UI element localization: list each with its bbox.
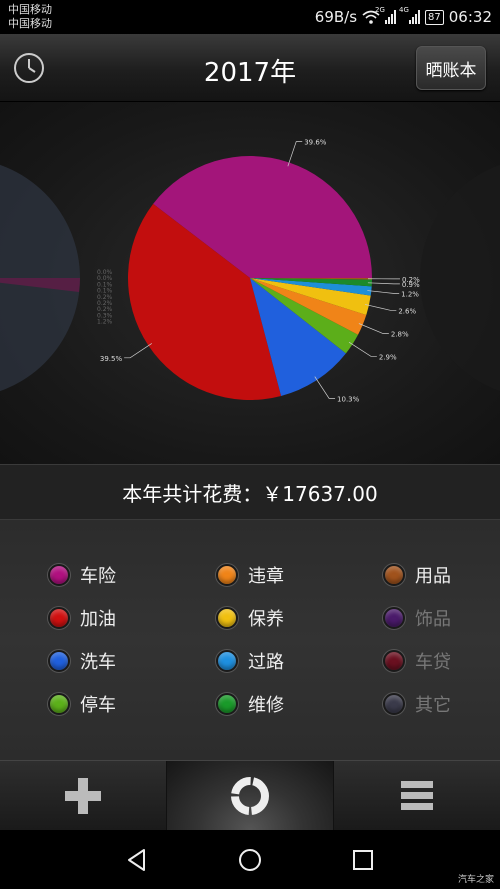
network-speed: 69B/s bbox=[314, 8, 358, 26]
legend-item[interactable]: 保养 bbox=[216, 603, 284, 633]
legend-item[interactable]: 维修 bbox=[216, 689, 284, 719]
legend-item[interactable]: 车险 bbox=[48, 560, 116, 590]
slice-leader-line bbox=[348, 341, 377, 357]
list-icon bbox=[401, 780, 433, 810]
status-bar: 中国移动 中国移动 69B/s 2G 4G 87 06:32 bbox=[0, 0, 500, 34]
legend-swatch bbox=[216, 564, 238, 586]
plus-icon bbox=[65, 777, 101, 814]
yearly-total: 本年共计花费：￥17637.00 bbox=[0, 464, 500, 520]
tab-list[interactable] bbox=[333, 761, 500, 830]
legend-swatch bbox=[383, 607, 405, 629]
slice-label: 1.2% bbox=[401, 290, 419, 298]
legend-item[interactable]: 洗车 bbox=[48, 646, 116, 676]
pie-chart[interactable]: 0.0%0.0%0.1%0.1%0.2%0.2%0.2%0.3%1.2% 39.… bbox=[0, 102, 500, 464]
legend-label: 饰品 bbox=[415, 609, 451, 630]
slice-leader-line bbox=[364, 304, 397, 311]
signal-icon: 4G bbox=[399, 6, 421, 24]
status-time: 06:32 bbox=[448, 8, 492, 26]
legend-swatch bbox=[383, 693, 405, 715]
legend-item[interactable]: 过路 bbox=[216, 646, 284, 676]
share-ledger-button[interactable]: 晒账本 bbox=[416, 46, 486, 90]
legend-item[interactable]: 停车 bbox=[48, 689, 116, 719]
legend-swatch bbox=[216, 650, 238, 672]
header: 2017年 晒账本 bbox=[0, 34, 500, 102]
network-type-2: 4G bbox=[399, 6, 409, 14]
pie-chart-icon bbox=[231, 776, 269, 815]
slice-label: 0.2% bbox=[402, 276, 420, 284]
legend-label: 车贷 bbox=[415, 652, 451, 673]
watermark: 汽车之家 bbox=[457, 875, 494, 885]
slice-label: 10.3% bbox=[337, 395, 360, 403]
slice-label: 2.6% bbox=[398, 307, 416, 315]
legend-swatch bbox=[48, 607, 70, 629]
back-triangle-icon[interactable] bbox=[124, 847, 150, 873]
legend-item[interactable]: 饰品 bbox=[383, 603, 451, 633]
recent-square-icon[interactable] bbox=[350, 847, 376, 873]
network-type-1: 2G bbox=[375, 6, 385, 14]
legend-item[interactable]: 其它 bbox=[383, 689, 451, 719]
legend-label: 洗车 bbox=[80, 652, 116, 673]
home-circle-icon[interactable] bbox=[237, 847, 263, 873]
chart-area[interactable]: 0.0% 0.0% 0.1% 0.1% 0.2% 0.2% 0.2% 0.3% 1.2% 39.… bbox=[0, 102, 500, 464]
legend-swatch bbox=[48, 650, 70, 672]
slice-leader-line bbox=[367, 290, 400, 294]
status-indicators: 69B/s 2G 4G 87 06:32 bbox=[315, 6, 492, 28]
previous-chart-preview[interactable]: 0.0%0.0%0.1%0.1%0.2%0.2%0.2%0.3%1.2% bbox=[0, 158, 113, 398]
slice-label: 39.5% bbox=[100, 355, 123, 363]
legend-swatch bbox=[216, 693, 238, 715]
legend-swatch bbox=[383, 650, 405, 672]
signal-icon: 2G bbox=[375, 6, 397, 24]
legend-item[interactable]: 用品 bbox=[383, 560, 451, 590]
legend-label: 过路 bbox=[248, 652, 284, 673]
slice-label: 2.8% bbox=[391, 331, 409, 339]
legend-swatch bbox=[48, 693, 70, 715]
legend-swatch bbox=[216, 607, 238, 629]
carrier-2: 中国移动 bbox=[8, 17, 52, 30]
legend-label: 保养 bbox=[248, 609, 284, 630]
legend-item[interactable]: 车贷 bbox=[383, 646, 451, 676]
bottom-tab-bar bbox=[0, 760, 500, 830]
legend-swatch bbox=[48, 564, 70, 586]
slice-leader-line bbox=[124, 343, 152, 359]
tab-chart[interactable] bbox=[166, 761, 333, 830]
slice-label: 39.6% bbox=[304, 139, 327, 147]
slice-leader-line bbox=[287, 141, 303, 167]
slice-leader-line bbox=[367, 282, 400, 285]
slice-leader-line bbox=[314, 376, 336, 399]
tab-add-record[interactable] bbox=[0, 761, 166, 830]
legend-label: 加油 bbox=[80, 609, 116, 630]
legend-label: 其它 bbox=[415, 695, 451, 716]
category-legend: 车险 违章 用品加油 保养 饰品洗车 过路 车贷停车 维修 其它 bbox=[0, 520, 500, 760]
legend-item[interactable]: 加油 bbox=[48, 603, 116, 633]
system-nav-bar: 汽车之家 bbox=[0, 830, 500, 889]
battery-icon: 87 bbox=[425, 9, 444, 25]
legend-label: 停车 bbox=[80, 695, 116, 716]
preview-slice-label: 1.2% bbox=[97, 319, 113, 326]
legend-label: 车险 bbox=[80, 566, 116, 587]
slice-leader-line bbox=[358, 323, 389, 334]
slice-label: 2.9% bbox=[379, 353, 397, 361]
legend-swatch bbox=[383, 564, 405, 586]
legend-item[interactable]: 违章 bbox=[216, 560, 284, 590]
legend-label: 用品 bbox=[415, 566, 451, 587]
legend-label: 维修 bbox=[248, 695, 284, 716]
legend-label: 违章 bbox=[248, 566, 284, 587]
carrier-1: 中国移动 bbox=[8, 3, 52, 16]
next-chart-preview[interactable] bbox=[420, 158, 500, 398]
